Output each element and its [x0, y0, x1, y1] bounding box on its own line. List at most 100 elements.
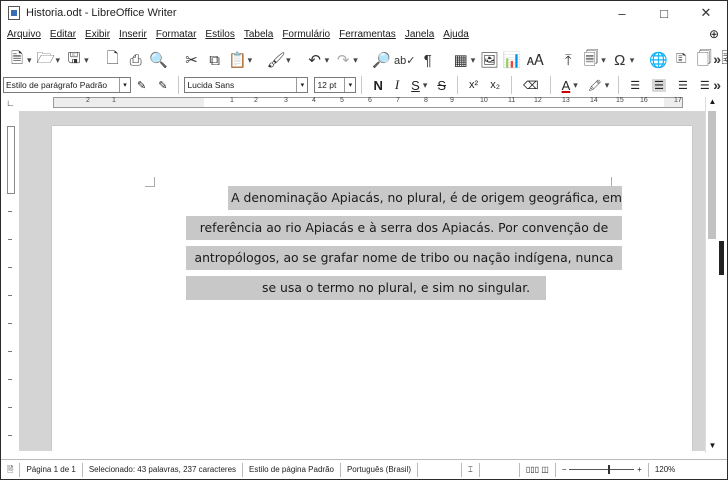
selected-text[interactable]: referência ao rio Apiacás e à serra dos …	[186, 216, 622, 240]
selected-text[interactable]: se usa o termo no plural, e sim no singu…	[186, 276, 546, 300]
justify-icon[interactable]: ☰	[700, 79, 710, 92]
chevron-down-icon[interactable]: ▾	[344, 78, 355, 92]
globe-icon[interactable]: ⊕	[709, 27, 719, 41]
chevron-down-icon[interactable]: ▾	[27, 55, 32, 66]
menu-janela[interactable]: Janela	[405, 29, 434, 40]
document-modified-icon[interactable]: 🗎	[1, 462, 21, 477]
spelling-icon[interactable]: ab✓	[394, 49, 415, 71]
copy-icon[interactable]: ⧉	[205, 49, 225, 71]
menu-editar[interactable]: Editar	[50, 29, 76, 40]
undo-icon[interactable]: ↶	[305, 49, 325, 71]
align-left-icon[interactable]: ☰	[630, 79, 640, 92]
menu-inserir[interactable]: Inserir	[119, 29, 147, 40]
page-break-icon[interactable]: ⤒	[558, 49, 578, 71]
menu-estilos[interactable]: Estilos	[205, 29, 234, 40]
chevron-down-icon[interactable]: ▾	[248, 55, 253, 66]
selected-text[interactable]: A denominação Apiacás, no plural, é de o…	[228, 186, 622, 210]
zoom-slider[interactable]: − +	[556, 463, 648, 477]
close-button[interactable]: ✕	[685, 1, 727, 25]
font-color-icon[interactable]: A	[562, 78, 571, 93]
chevron-down-icon[interactable]: ▾	[471, 55, 476, 66]
sidebar-toggle-handle[interactable]	[719, 241, 724, 275]
chevron-down-icon[interactable]: ▾	[119, 78, 130, 92]
subscript-button[interactable]: x₂	[490, 79, 500, 91]
font-name-select[interactable]: Lucida Sans ▾	[184, 77, 309, 93]
horizontal-ruler[interactable]: 2 1 1 2 3 4 5 6 7 8 9 10 11 12 13 14 15 …	[53, 97, 683, 108]
new-document-icon[interactable]: 🗎	[7, 49, 27, 71]
scrollbar-thumb[interactable]	[708, 111, 716, 239]
insert-mode-cell[interactable]	[418, 462, 462, 477]
menu-tabela[interactable]: Tabela	[244, 29, 273, 40]
open-folder-icon[interactable]: 🗁	[36, 49, 56, 71]
document-page[interactable]: A denominação Apiacás, no plural, é de o…	[52, 126, 692, 451]
vertical-scrollbar[interactable]: ▲ ▼	[705, 97, 718, 453]
selected-text[interactable]: antropólogos, ao se grafar nome de tribo…	[186, 246, 622, 270]
print-icon[interactable]: ⎙	[126, 49, 146, 71]
endnote-icon[interactable]: 🗍	[694, 49, 714, 71]
zoom-out-icon[interactable]: −	[562, 463, 567, 477]
align-center-icon[interactable]: ☰	[652, 78, 667, 92]
chevron-down-icon[interactable]: ▾	[286, 55, 291, 66]
tab-stop-selector-icon[interactable]: ∟	[6, 98, 15, 108]
text-language[interactable]: Português (Brasil)	[341, 462, 418, 477]
italic-button[interactable]: I	[395, 77, 399, 93]
insert-table-icon[interactable]: ▦	[451, 49, 471, 71]
formatting-marks-icon[interactable]: ¶	[418, 49, 438, 71]
selection-mode-icon[interactable]: ⌶	[462, 462, 480, 477]
insert-image-icon[interactable]: 🖼	[479, 49, 499, 71]
page-count[interactable]: Página 1 de 1	[20, 462, 83, 477]
footnote-icon[interactable]: 🗈	[671, 49, 691, 71]
highlight-color-icon[interactable]: 🖍	[588, 79, 602, 92]
special-character-icon[interactable]: Ω	[610, 49, 630, 71]
font-size-select[interactable]: 12 pt ▾	[314, 77, 357, 93]
redo-icon[interactable]: ↷	[333, 49, 353, 71]
clear-formatting-icon[interactable]: ⌫	[523, 79, 539, 92]
menu-ajuda[interactable]: Ajuda	[443, 29, 469, 40]
document-canvas[interactable]: A denominação Apiacás, no plural, é de o…	[19, 111, 705, 451]
chevron-down-icon[interactable]: ▾	[56, 55, 61, 66]
find-replace-icon[interactable]: 🔎	[372, 49, 392, 71]
export-pdf-icon[interactable]: 🗋	[103, 49, 123, 71]
chevron-down-icon[interactable]: ▾	[296, 78, 307, 92]
superscript-button[interactable]: x²	[469, 79, 478, 91]
new-style-icon[interactable]: ✎	[158, 79, 167, 92]
paragraph-style-select[interactable]: Estilo de parágrafo Padrão ▾	[3, 77, 131, 93]
vertical-ruler[interactable]	[5, 111, 17, 451]
chevron-down-icon[interactable]: ▾	[573, 80, 578, 91]
chevron-down-icon[interactable]: ▾	[325, 55, 330, 66]
chevron-down-icon[interactable]: ▾	[423, 80, 428, 91]
view-layout-icons[interactable]: ▯▯▯ ◫	[520, 462, 556, 477]
paste-icon[interactable]: 📋	[228, 49, 248, 71]
zoom-level[interactable]: 120%	[647, 462, 681, 477]
chevron-down-icon[interactable]: ▾	[605, 80, 610, 91]
update-style-icon[interactable]: ✎	[137, 79, 146, 92]
hyperlink-icon[interactable]: 🌐	[648, 49, 668, 71]
chevron-down-icon[interactable]: ▾	[353, 55, 358, 66]
zoom-thumb[interactable]	[608, 465, 611, 474]
minimize-button[interactable]: –	[601, 1, 643, 25]
insert-textbox-icon[interactable]: 🗚	[525, 49, 545, 71]
print-preview-icon[interactable]: 🔍	[149, 49, 169, 71]
menu-ferramentas[interactable]: Ferramentas	[339, 29, 396, 40]
more-formatting-icon[interactable]: »	[713, 77, 721, 93]
insert-chart-icon[interactable]: 📊	[502, 49, 522, 71]
menu-formatar[interactable]: Formatar	[156, 29, 197, 40]
menu-exibir[interactable]: Exibir	[85, 29, 110, 40]
chevron-down-icon[interactable]: ▾	[601, 55, 606, 66]
cut-icon[interactable]: ✂	[182, 49, 202, 71]
digital-signature-cell[interactable]	[480, 462, 520, 477]
zoom-in-icon[interactable]: +	[637, 463, 642, 477]
clone-formatting-icon[interactable]: 🖌	[266, 49, 286, 71]
chevron-down-icon[interactable]: ▾	[84, 55, 89, 66]
selected-paragraph[interactable]: A denominação Apiacás, no plural, é de o…	[186, 183, 622, 303]
chevron-down-icon[interactable]: ▾	[630, 55, 635, 66]
more-tools-icon[interactable]: »	[713, 51, 721, 67]
save-icon[interactable]: 🖫	[64, 49, 84, 71]
align-right-icon[interactable]: ☰	[678, 79, 688, 92]
bold-button[interactable]: N	[373, 78, 382, 93]
menu-formulario[interactable]: Formulário	[282, 29, 330, 40]
scroll-up-icon[interactable]: ▲	[706, 97, 719, 109]
word-count[interactable]: Selecionado: 43 palavras, 237 caracteres	[83, 462, 244, 477]
scroll-down-icon[interactable]: ▼	[706, 441, 719, 453]
underline-button[interactable]: S	[411, 78, 420, 93]
